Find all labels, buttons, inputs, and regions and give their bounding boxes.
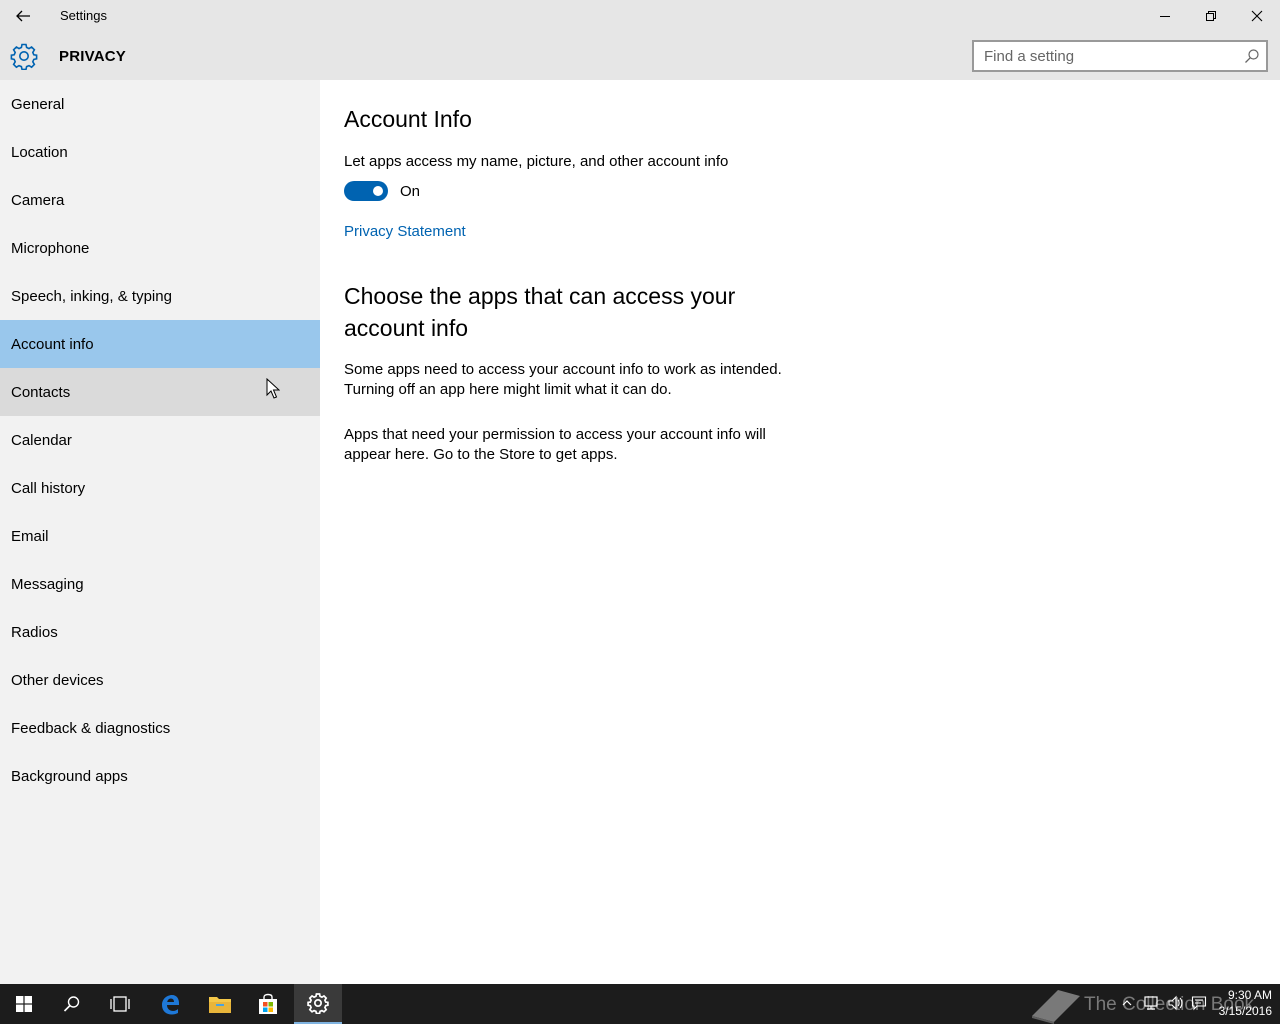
window-title: Settings [60,8,107,23]
show-hidden-icons-button[interactable] [1118,994,1136,1012]
section-title: Account Info [344,106,472,132]
toggle-label: Let apps access my name, picture, and ot… [344,153,729,170]
sidebar-nav: General Location Camera Microphone Speech, i… [0,80,320,984]
restore-icon [1206,11,1216,21]
settings-taskbar-button[interactable] [294,984,342,1024]
minimize-icon [1160,16,1170,17]
privacy-statement-link[interactable]: Privacy Statement [344,223,466,240]
sidebar-item-general[interactable]: General [0,80,320,128]
clock-time: 9:30 AM [1227,988,1272,1002]
sidebar-item-label: Feedback & diagnostics [11,719,171,737]
sidebar-item-label: Camera [11,191,65,209]
sidebar-item-label: Background apps [11,767,128,785]
back-arrow-icon [16,10,30,22]
no-apps-message: Apps that need your permission to access… [344,426,766,463]
taskbar: The Collection Book 9:30 AM 3/15/2016 [0,984,1280,1024]
edge-browser-button[interactable] [146,984,194,1024]
store-button[interactable] [244,984,292,1024]
page-title: PRIVACY [59,48,126,65]
gear-icon [10,43,38,70]
restore-button[interactable] [1188,0,1234,32]
book-icon [1032,990,1080,1024]
search-input[interactable] [974,42,1234,70]
sidebar-item-account-info[interactable]: Account info [0,320,320,368]
back-button[interactable] [0,0,46,32]
sidebar-item-call-history[interactable]: Call history [0,464,320,512]
clock-date: 3/15/2016 [1218,1004,1272,1018]
sidebar-item-label: Contacts [11,383,71,401]
task-view-icon [110,996,130,1012]
sidebar-item-label: Account info [11,335,94,353]
title-bar: Settings [0,0,1280,32]
apps-description: Some apps need to access your account in… [344,361,782,398]
folder-icon [209,997,231,1013]
sidebar-item-label: Speech, inking, & typing [11,287,172,305]
sidebar-item-label: Email [11,527,49,545]
toggle-knob [373,186,383,196]
file-explorer-button[interactable] [196,984,244,1024]
sidebar-item-location[interactable]: Location [0,128,320,176]
account-info-toggle[interactable] [344,181,388,201]
sidebar-item-label: Messaging [11,575,84,593]
store-bag-icon [259,993,277,1014]
notification-icon [1191,996,1207,1011]
sidebar-item-label: General [11,95,65,113]
search-icon [63,996,80,1012]
close-icon [1251,10,1263,22]
action-center-button[interactable] [1190,994,1208,1012]
sidebar-item-speech-inking-typing[interactable]: Speech, inking, & typing [0,272,320,320]
sidebar-item-label: Microphone [11,239,90,257]
sidebar-item-label: Call history [11,479,86,497]
gear-icon [307,993,329,1014]
sidebar-item-feedback-diagnostics[interactable]: Feedback & diagnostics [0,704,320,752]
sidebar-item-calendar[interactable]: Calendar [0,416,320,464]
sidebar-item-messaging[interactable]: Messaging [0,560,320,608]
sidebar-item-label: Calendar [11,431,72,449]
sidebar-item-microphone[interactable]: Microphone [0,224,320,272]
sidebar-item-other-devices[interactable]: Other devices [0,656,320,704]
sidebar-item-background-apps[interactable]: Background apps [0,752,320,800]
network-icon [1144,996,1158,1010]
page-header: PRIVACY [0,32,1280,80]
sidebar-item-camera[interactable]: Camera [0,176,320,224]
close-button[interactable] [1234,0,1280,32]
search-box[interactable] [972,40,1268,72]
edge-icon [162,995,179,1015]
task-view-button[interactable] [96,984,144,1024]
sidebar-item-label: Other devices [11,671,104,689]
sidebar-item-label: Radios [11,623,58,641]
minimize-button[interactable] [1142,0,1188,32]
network-button[interactable] [1142,994,1160,1012]
volume-button[interactable] [1166,994,1184,1012]
sidebar-item-email[interactable]: Email [0,512,320,560]
sidebar-item-label: Location [11,143,68,161]
taskbar-clock[interactable]: 9:30 AM 3/15/2016 [1212,987,1272,1019]
main-content: Account Info Let apps access my name, pi… [320,80,1280,984]
windows-logo-icon [16,996,32,1012]
search-taskbar-button[interactable] [48,984,96,1024]
sidebar-item-radios[interactable]: Radios [0,608,320,656]
toggle-state-text: On [400,183,421,200]
chevron-up-icon [1122,1000,1132,1006]
apps-section-heading: Choose the apps that can access your acc… [344,283,736,341]
speaker-icon [1168,995,1183,1011]
mouse-cursor-icon [266,378,280,399]
start-button[interactable] [0,984,48,1024]
search-icon[interactable] [1244,48,1260,64]
